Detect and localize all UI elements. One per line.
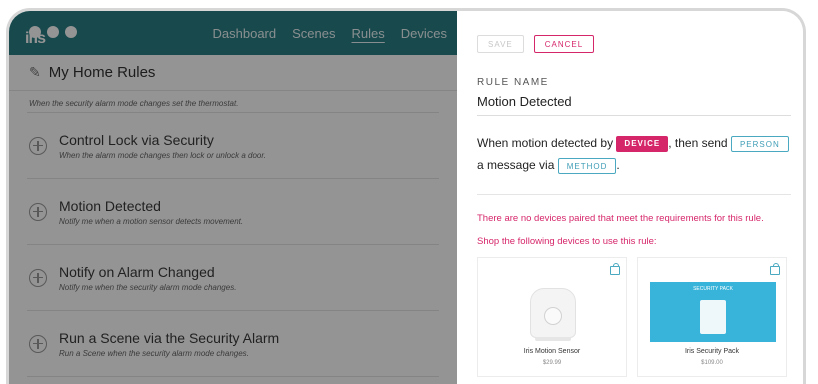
product-cards: Iris Motion Sensor $29.99 SECURITY PACK …	[477, 257, 791, 377]
rule-sentence: When motion detected by DEVICE, then sen…	[477, 132, 791, 195]
device-selector[interactable]: DEVICE	[616, 135, 669, 152]
rules-page: iris Dashboard Scenes Rules Devices ✎ My…	[9, 11, 457, 384]
no-devices-message: There are no devices paired that meet th…	[477, 213, 764, 224]
product-card[interactable]: SECURITY PACK Iris Security Pack $109.00	[637, 257, 787, 377]
sentence-text: a message via	[477, 158, 558, 172]
cancel-button[interactable]: CANCEL	[533, 35, 595, 53]
sentence-text: , then send	[668, 136, 731, 150]
product-price: $29.99	[542, 360, 562, 366]
product-name: Iris Motion Sensor	[523, 348, 581, 355]
shopping-bag-icon[interactable]	[610, 263, 620, 275]
shopping-bag-icon[interactable]	[770, 263, 780, 275]
product-card[interactable]: Iris Motion Sensor $29.99	[477, 257, 627, 377]
save-button[interactable]: SAVE	[477, 35, 524, 53]
rule-name-label: RULE NAME	[477, 77, 549, 88]
motion-sensor-image	[530, 288, 576, 341]
panel-actions: SAVE CANCEL	[477, 35, 791, 53]
sentence-text: When motion detected by	[477, 136, 617, 150]
window-frame: iris Dashboard Scenes Rules Devices ✎ My…	[6, 8, 806, 384]
modal-overlay[interactable]	[9, 11, 457, 384]
sentence-text: .	[616, 158, 620, 172]
product-price: $109.00	[701, 360, 723, 366]
rule-name-field[interactable]: Motion Detected	[477, 94, 791, 116]
rule-editor-panel: SAVE CANCEL RULE NAME Motion Detected Wh…	[457, 11, 803, 384]
product-name: Iris Security Pack	[684, 348, 740, 355]
method-selector[interactable]: METHOD	[557, 157, 617, 174]
shop-message: Shop the following devices to use this r…	[477, 236, 657, 247]
pack-brand-text: SECURITY PACK	[693, 286, 733, 292]
person-selector[interactable]: PERSON	[730, 135, 789, 152]
security-pack-image: SECURITY PACK	[650, 282, 776, 342]
